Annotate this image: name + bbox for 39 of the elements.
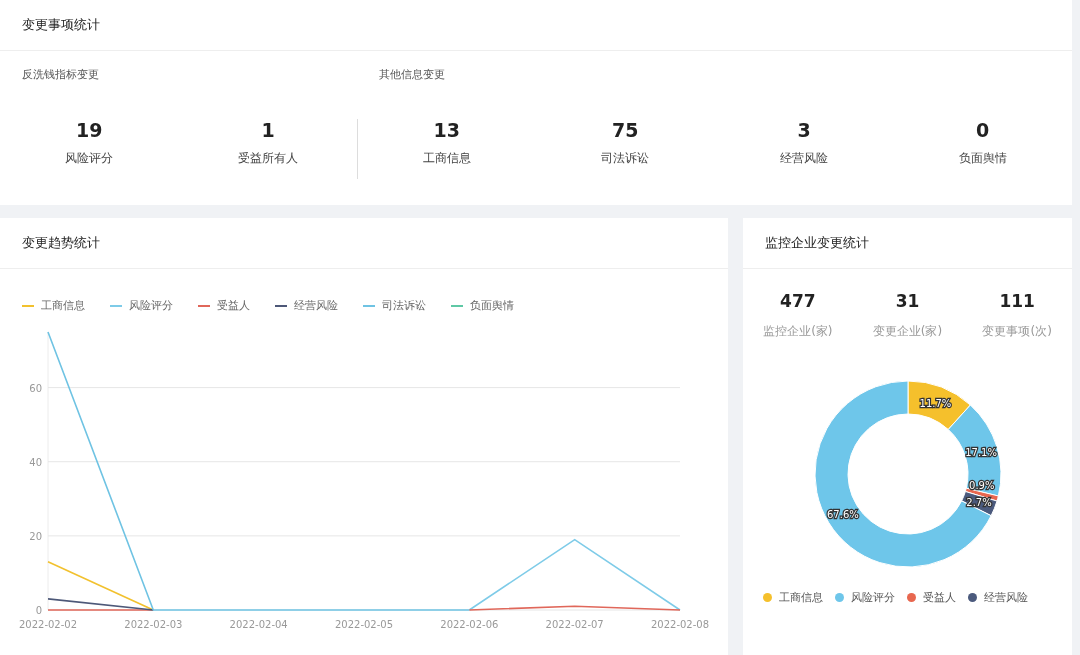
x-tick-label: 2022-02-02 [18, 619, 78, 630]
slice-label: 2.7% [966, 497, 992, 509]
stat-label: 工商信息 [422, 150, 471, 167]
x-tick-label: 2022-02-07 [545, 619, 604, 630]
slice-label: 67.6% [827, 509, 859, 521]
stat-value: 3 [797, 119, 811, 141]
group-label: 其他信息变更 [378, 67, 447, 81]
stat-value: 31 [895, 291, 920, 311]
stat-value: 111 [999, 291, 1035, 311]
stat-label: 经营风险 [780, 150, 828, 167]
x-tick-label: 2022-02-05 [334, 619, 394, 630]
stat-value: 0 [976, 119, 990, 141]
stat-value: 75 [612, 119, 639, 141]
x-tick-label: 2022-02-03 [124, 619, 183, 630]
y-tick-label: 40 [29, 456, 42, 468]
card-title: 变更趋势统计 [0, 218, 728, 269]
stat-label: 受益所有人 [238, 150, 298, 167]
y-tick-label: 60 [29, 382, 42, 394]
stat-label: 监控企业(家) [763, 323, 833, 340]
stat-label: 变更企业(家) [872, 323, 943, 340]
stat-label: 风险评分 [65, 150, 114, 167]
stat-label: 负面舆情 [958, 150, 1007, 167]
stat-label: 司法诉讼 [601, 150, 650, 167]
stat-value: 1 [261, 119, 275, 141]
group-label: 反洗钱指标变更 [21, 67, 100, 81]
x-tick-label: 2022-02-04 [229, 619, 288, 630]
card-title: 监控企业变更统计 [743, 218, 1072, 269]
slice-label: 11.7% [919, 397, 952, 409]
y-tick-label: 20 [29, 530, 42, 542]
stat-value: 477 [780, 291, 816, 311]
stat-label: 变更事项(次) [982, 323, 1052, 340]
slice-label: 17.1% [965, 446, 997, 458]
x-tick-label: 2022-02-06 [440, 619, 499, 630]
x-tick-label: 2022-02-08 [650, 619, 710, 630]
slice-label: 0.9% [969, 480, 995, 492]
y-tick-label: 0 [35, 605, 42, 616]
card-title: 变更事项统计 [0, 0, 1072, 51]
stat-value: 19 [76, 119, 103, 141]
stat-value: 13 [433, 119, 460, 141]
